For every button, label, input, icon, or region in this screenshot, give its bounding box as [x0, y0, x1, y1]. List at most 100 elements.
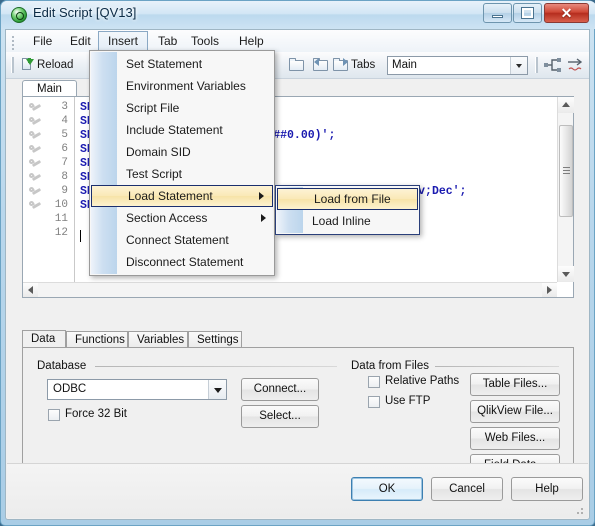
- use-ftp-label: Use FTP: [385, 395, 431, 407]
- menu-grip-icon: [11, 34, 15, 50]
- window-title: Edit Script [QV13]: [33, 5, 137, 20]
- line-number: 12: [54, 227, 68, 239]
- database-driver-combo[interactable]: ODBC: [47, 379, 227, 400]
- line-number: 11: [54, 213, 68, 225]
- qlikview-logo-icon: [11, 7, 27, 23]
- line-number: 4: [61, 115, 68, 127]
- tab-functions[interactable]: Functions: [66, 331, 128, 348]
- reload-icon: [22, 58, 35, 72]
- new-folder-icon[interactable]: [288, 56, 306, 74]
- toolbar-grip-1[interactable]: [11, 57, 14, 73]
- chevron-down-icon[interactable]: [208, 380, 226, 399]
- close-button[interactable]: ✕: [544, 3, 589, 23]
- toolbar-grip-3[interactable]: [535, 57, 538, 73]
- select-button[interactable]: Select...: [241, 405, 319, 428]
- menu-item-section-access[interactable]: Section Access: [90, 207, 274, 229]
- tab-variables[interactable]: Variables: [128, 331, 188, 348]
- ok-button[interactable]: OK: [351, 477, 423, 501]
- submenu-item-load-inline[interactable]: Load Inline: [276, 210, 419, 232]
- menu-item-disconnect-statement[interactable]: Disconnect Statement: [90, 251, 274, 273]
- scroll-up-icon[interactable]: [558, 97, 574, 113]
- bookmark-wrench-icon: [29, 186, 42, 198]
- menu-insert[interactable]: Insert: [98, 31, 149, 52]
- scroll-left-icon[interactable]: [23, 283, 38, 297]
- help-button[interactable]: Help: [511, 477, 583, 501]
- resize-grip-icon[interactable]: [573, 504, 585, 516]
- editor-gutter: 3 4 5 6 7 8 9 10 11 12: [23, 97, 75, 297]
- scroll-down-icon[interactable]: [558, 266, 574, 282]
- submenu-item-load-from-file[interactable]: Load from File: [277, 188, 418, 210]
- bookmark-wrench-icon: [29, 116, 42, 128]
- demote-tab-icon[interactable]: [566, 56, 586, 74]
- bookmark-wrench-icon: [29, 130, 42, 142]
- reload-button[interactable]: Reload: [37, 55, 73, 75]
- forward-icon[interactable]: [332, 56, 350, 74]
- tab-settings[interactable]: Settings: [188, 331, 242, 348]
- line-number: 3: [61, 101, 68, 113]
- chevron-down-icon[interactable]: [510, 57, 527, 74]
- bookmark-wrench-icon: [29, 200, 42, 212]
- editor-vertical-scrollbar[interactable]: [557, 97, 574, 282]
- menu-item-environment-variables[interactable]: Environment Variables: [90, 75, 274, 97]
- relative-paths-label: Relative Paths: [385, 375, 460, 387]
- checkbox-box: [48, 409, 60, 421]
- menu-item-domain-sid[interactable]: Domain SID: [90, 141, 274, 163]
- maximize-button[interactable]: [513, 3, 542, 23]
- text-caret: [80, 230, 81, 242]
- web-files-button[interactable]: Web Files...: [470, 427, 560, 450]
- tabs-combo[interactable]: Main: [387, 56, 528, 75]
- editor-horizontal-scrollbar[interactable]: [23, 282, 557, 297]
- bookmark-wrench-icon: [29, 172, 42, 184]
- chevron-right-icon: [261, 214, 266, 222]
- menu-item-label: Section Access: [126, 211, 208, 225]
- bookmark-wrench-icon: [29, 158, 42, 170]
- table-files-button[interactable]: Table Files...: [470, 373, 560, 396]
- menu-help[interactable]: Help: [230, 32, 273, 50]
- menu-item-label: Load Statement: [128, 189, 213, 203]
- line-number: 5: [61, 129, 68, 141]
- lower-tab-strip: Data Functions Variables Settings: [22, 330, 574, 348]
- menu-item-include-statement[interactable]: Include Statement: [90, 119, 274, 141]
- promote-tab-icon[interactable]: [543, 56, 563, 74]
- files-group-divider: [435, 366, 559, 367]
- load-statement-submenu[interactable]: Load from File Load Inline: [275, 185, 420, 235]
- connect-button[interactable]: Connect...: [241, 378, 319, 401]
- menu-tab[interactable]: Tab: [149, 32, 186, 50]
- database-group-divider: [95, 366, 337, 367]
- line-number: 10: [54, 199, 68, 211]
- edit-script-window: Edit Script [QV13] ✕ File Edit Insert Ta…: [0, 0, 595, 526]
- bookmark-wrench-icon: [29, 144, 42, 156]
- vertical-scroll-thumb[interactable]: [559, 125, 573, 217]
- database-driver-value: ODBC: [53, 383, 87, 395]
- menu-tools[interactable]: Tools: [182, 32, 228, 50]
- menu-item-test-script[interactable]: Test Script: [90, 163, 274, 185]
- tab-data[interactable]: Data: [22, 330, 66, 348]
- menu-item-set-statement[interactable]: Set Statement: [90, 53, 274, 75]
- menu-file[interactable]: File: [24, 32, 61, 50]
- chevron-right-icon: [259, 192, 264, 200]
- line-number: 7: [61, 157, 68, 169]
- menu-edit[interactable]: Edit: [61, 32, 100, 50]
- title-bar: Edit Script [QV13] ✕: [1, 1, 595, 29]
- menu-item-script-file[interactable]: Script File: [90, 97, 274, 119]
- dialog-bottom-bar: OK Cancel Help: [7, 463, 588, 518]
- checkbox-box: [368, 396, 380, 408]
- line-number: 6: [61, 143, 68, 155]
- checkbox-box: [368, 376, 380, 388]
- bookmark-wrench-icon: [29, 102, 42, 114]
- line-number: 9: [61, 185, 68, 197]
- files-group-label: Data from Files: [351, 360, 434, 372]
- tabs-combo-value: Main: [392, 59, 417, 71]
- menu-item-load-statement[interactable]: Load Statement: [91, 185, 273, 207]
- close-icon: ✕: [560, 5, 573, 21]
- force-32-bit-label: Force 32 Bit: [65, 408, 127, 420]
- line-number: 8: [61, 171, 68, 183]
- minimize-button[interactable]: [483, 3, 512, 23]
- database-group-label: Database: [37, 360, 92, 372]
- qlikview-file-button[interactable]: QlikView File...: [470, 400, 560, 423]
- cancel-button[interactable]: Cancel: [431, 477, 503, 501]
- menu-item-connect-statement[interactable]: Connect Statement: [90, 229, 274, 251]
- scroll-right-icon[interactable]: [542, 283, 557, 297]
- insert-dropdown-menu[interactable]: Set Statement Environment Variables Scri…: [89, 50, 275, 276]
- back-icon[interactable]: [312, 56, 330, 74]
